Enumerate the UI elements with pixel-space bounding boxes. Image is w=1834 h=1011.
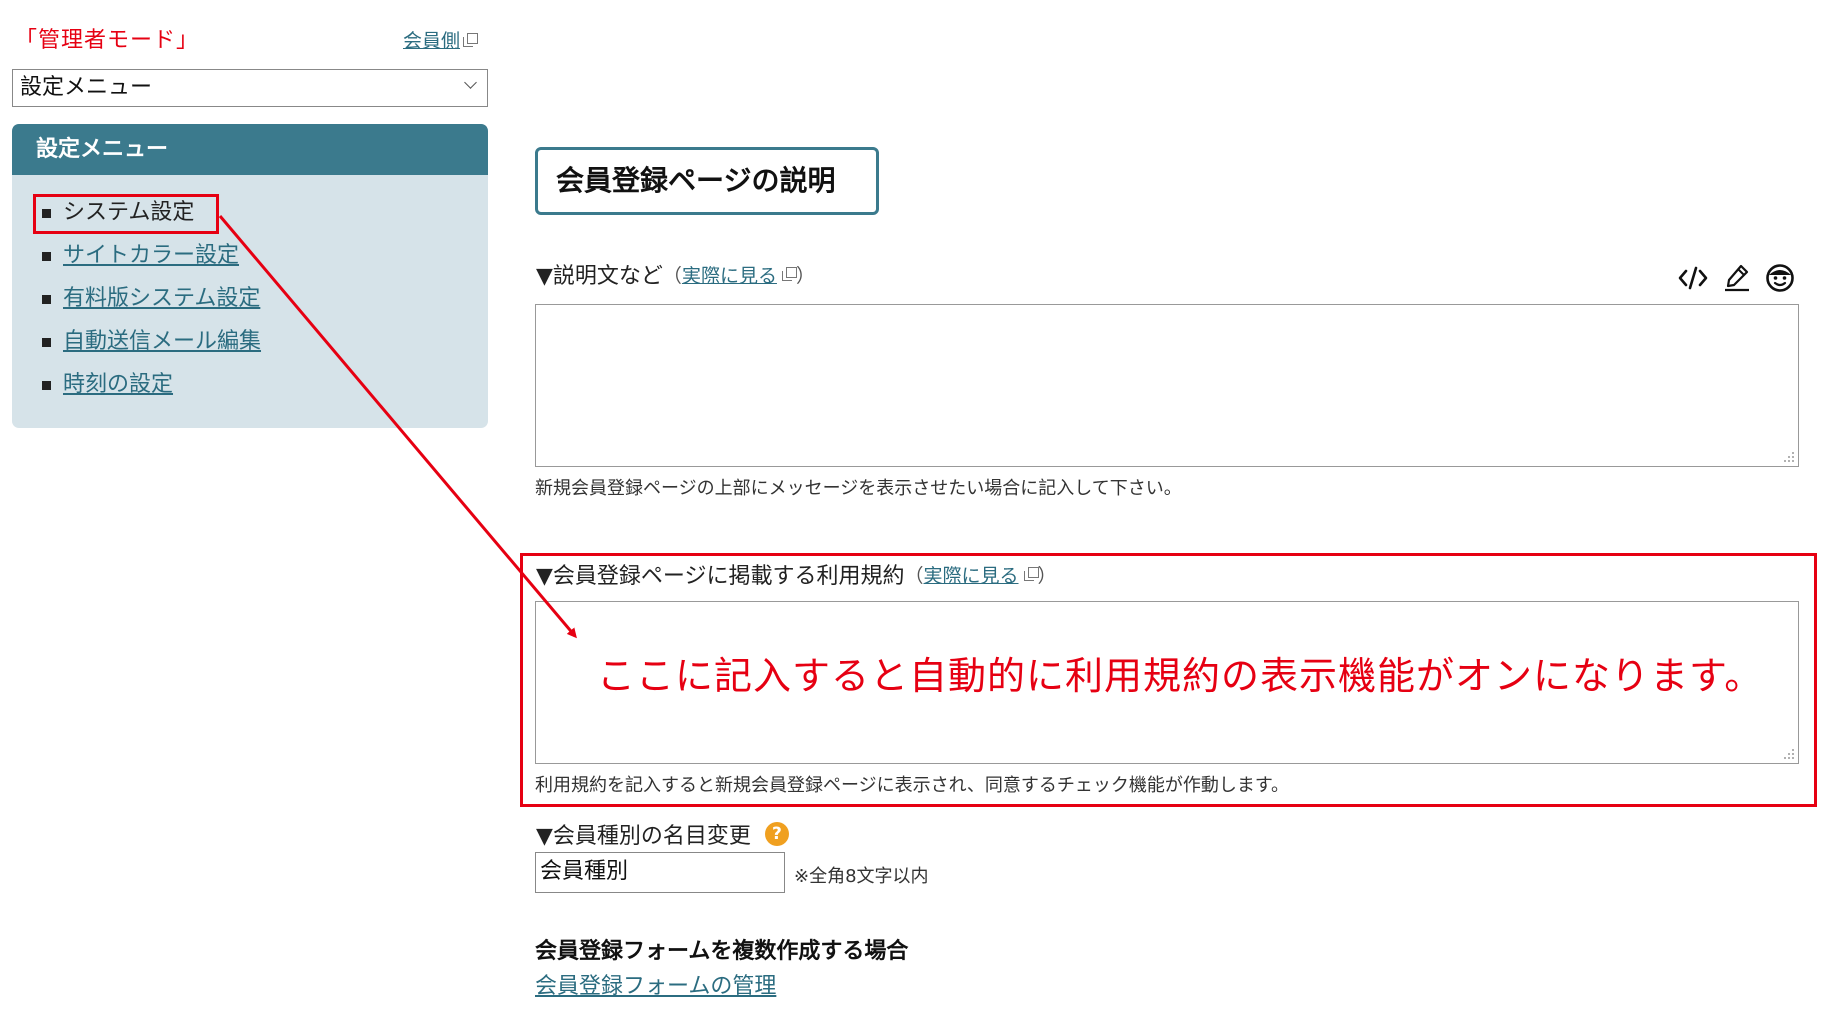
annotation-arrow — [218, 215, 577, 639]
